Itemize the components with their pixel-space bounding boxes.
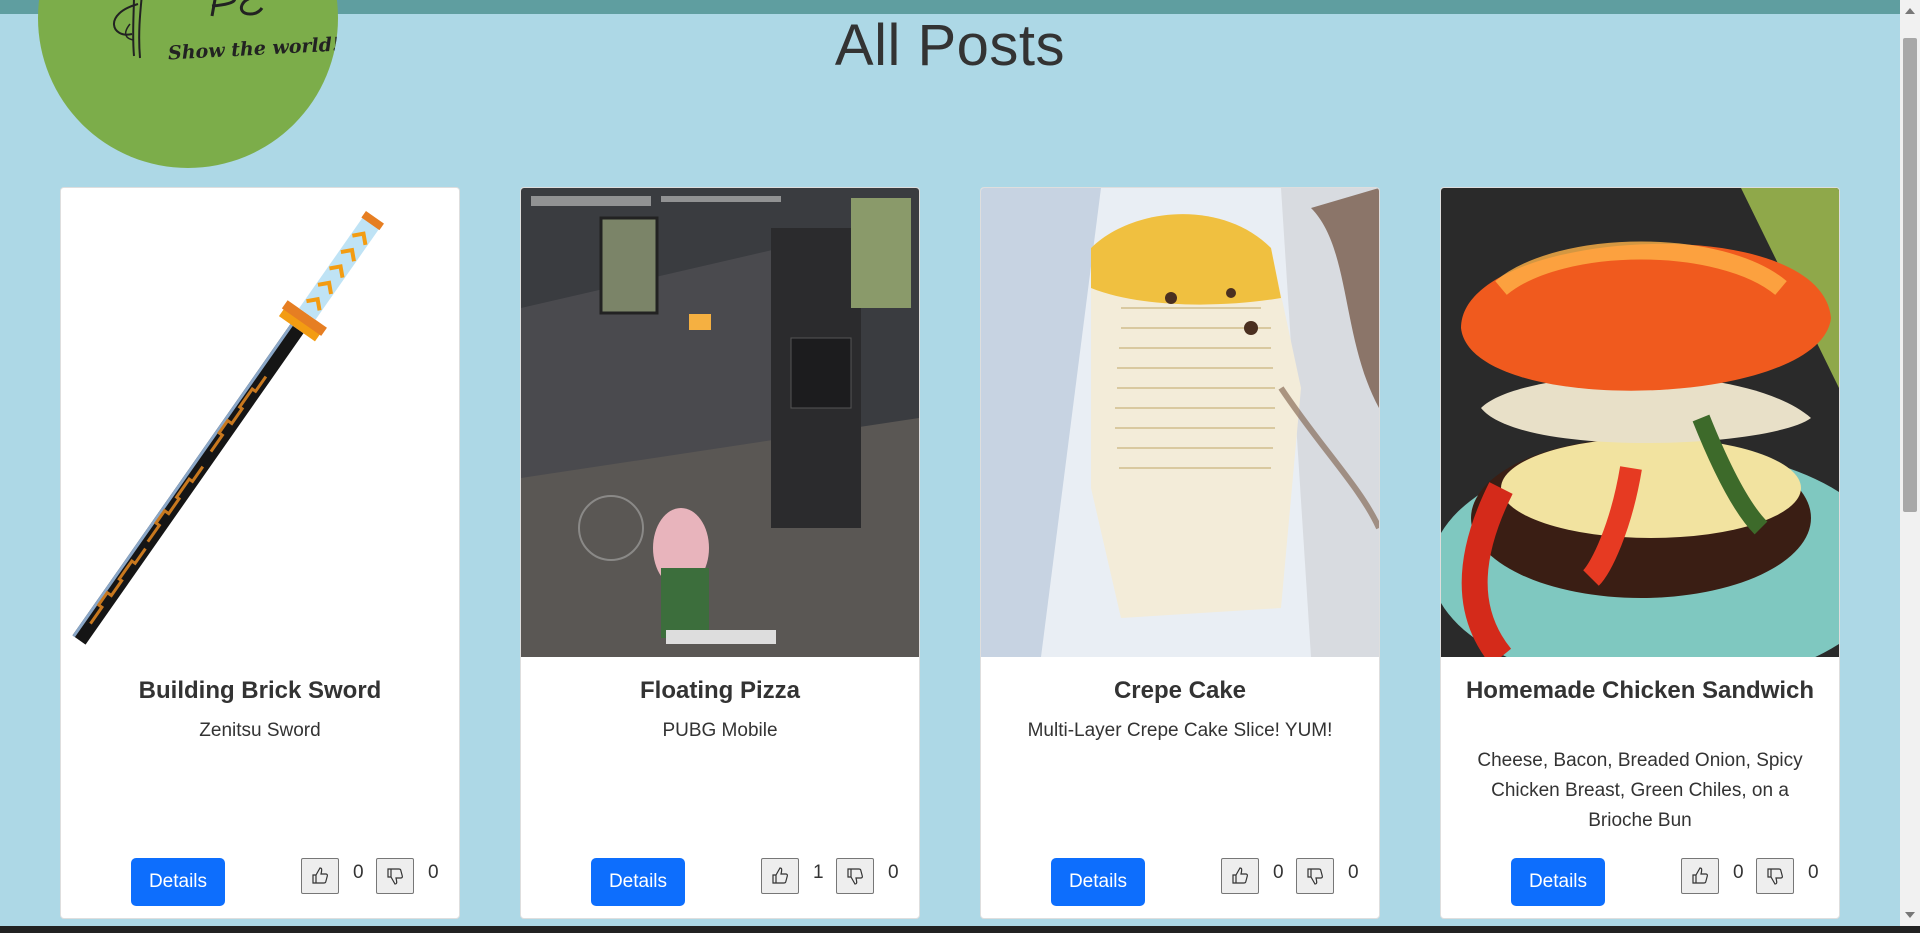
chicken-sandwich-image bbox=[1441, 188, 1839, 657]
dislike-count: 0 bbox=[1348, 862, 1359, 883]
post-image[interactable] bbox=[521, 188, 919, 657]
thumbs-up-icon bbox=[772, 867, 788, 884]
dislike-button[interactable] bbox=[1756, 858, 1794, 894]
post-card: Crepe Cake Multi-Layer Crepe Cake Slice!… bbox=[980, 187, 1380, 919]
post-description: Cheese, Bacon, Breaded Onion, Spicy Chic… bbox=[1477, 750, 1803, 831]
details-button[interactable]: Details bbox=[1051, 858, 1145, 906]
thumbs-up-icon bbox=[1692, 867, 1708, 884]
scroll-down-arrow-icon[interactable] bbox=[1905, 912, 1915, 918]
crepe-cake-image bbox=[981, 188, 1379, 657]
thumbs-down-icon bbox=[387, 868, 403, 885]
like-count: 0 bbox=[1273, 862, 1284, 883]
thumbs-down-icon bbox=[1767, 868, 1783, 885]
like-button[interactable] bbox=[1681, 858, 1719, 894]
details-button[interactable]: Details bbox=[1511, 858, 1605, 906]
like-button[interactable] bbox=[301, 858, 339, 894]
post-image[interactable] bbox=[981, 188, 1379, 657]
like-count: 0 bbox=[1733, 862, 1744, 883]
like-button[interactable] bbox=[1221, 858, 1259, 894]
like-button[interactable] bbox=[761, 858, 799, 894]
window-bottom-edge bbox=[0, 926, 1920, 933]
details-button[interactable]: Details bbox=[591, 858, 685, 906]
game-screenshot-image bbox=[521, 188, 919, 657]
post-title: Floating Pizza bbox=[639, 677, 800, 704]
like-count: 0 bbox=[353, 862, 364, 883]
page-title: All Posts bbox=[834, 13, 1066, 78]
thumbs-up-icon bbox=[1232, 867, 1248, 884]
dislike-count: 0 bbox=[1808, 862, 1819, 883]
dislike-button[interactable] bbox=[1296, 858, 1334, 894]
post-card: Homemade Chicken Sandwich Cheese, Bacon,… bbox=[1440, 187, 1840, 919]
thumbs-down-icon bbox=[847, 868, 863, 885]
dislike-button[interactable] bbox=[376, 858, 414, 894]
dislike-button[interactable] bbox=[836, 858, 874, 894]
thumbs-up-icon bbox=[312, 867, 328, 884]
like-count: 1 bbox=[813, 862, 824, 883]
post-image[interactable] bbox=[61, 188, 459, 657]
sword-image bbox=[61, 188, 459, 657]
post-title: Crepe Cake bbox=[1113, 677, 1247, 704]
thumbs-down-icon bbox=[1307, 868, 1323, 885]
post-title: Homemade Chicken Sandwich bbox=[1465, 677, 1815, 704]
scrollbar-thumb[interactable] bbox=[1903, 38, 1917, 512]
post-image[interactable] bbox=[1441, 188, 1839, 657]
post-description: Zenitsu Sword bbox=[199, 720, 321, 741]
scroll-up-arrow-icon[interactable] bbox=[1905, 8, 1915, 14]
post-title: Building Brick Sword bbox=[138, 677, 382, 704]
post-description: PUBG Mobile bbox=[662, 720, 778, 741]
dislike-count: 0 bbox=[888, 862, 899, 883]
post-card: Building Brick Sword Zenitsu Sword Detai… bbox=[60, 187, 460, 919]
page-scrollbar[interactable] bbox=[1900, 0, 1920, 926]
post-description: Multi-Layer Crepe Cake Slice! YUM! bbox=[1027, 720, 1333, 741]
details-button[interactable]: Details bbox=[131, 858, 225, 906]
dislike-count: 0 bbox=[428, 862, 439, 883]
post-card: Floating Pizza PUBG Mobile Details 1 0 bbox=[520, 187, 920, 919]
